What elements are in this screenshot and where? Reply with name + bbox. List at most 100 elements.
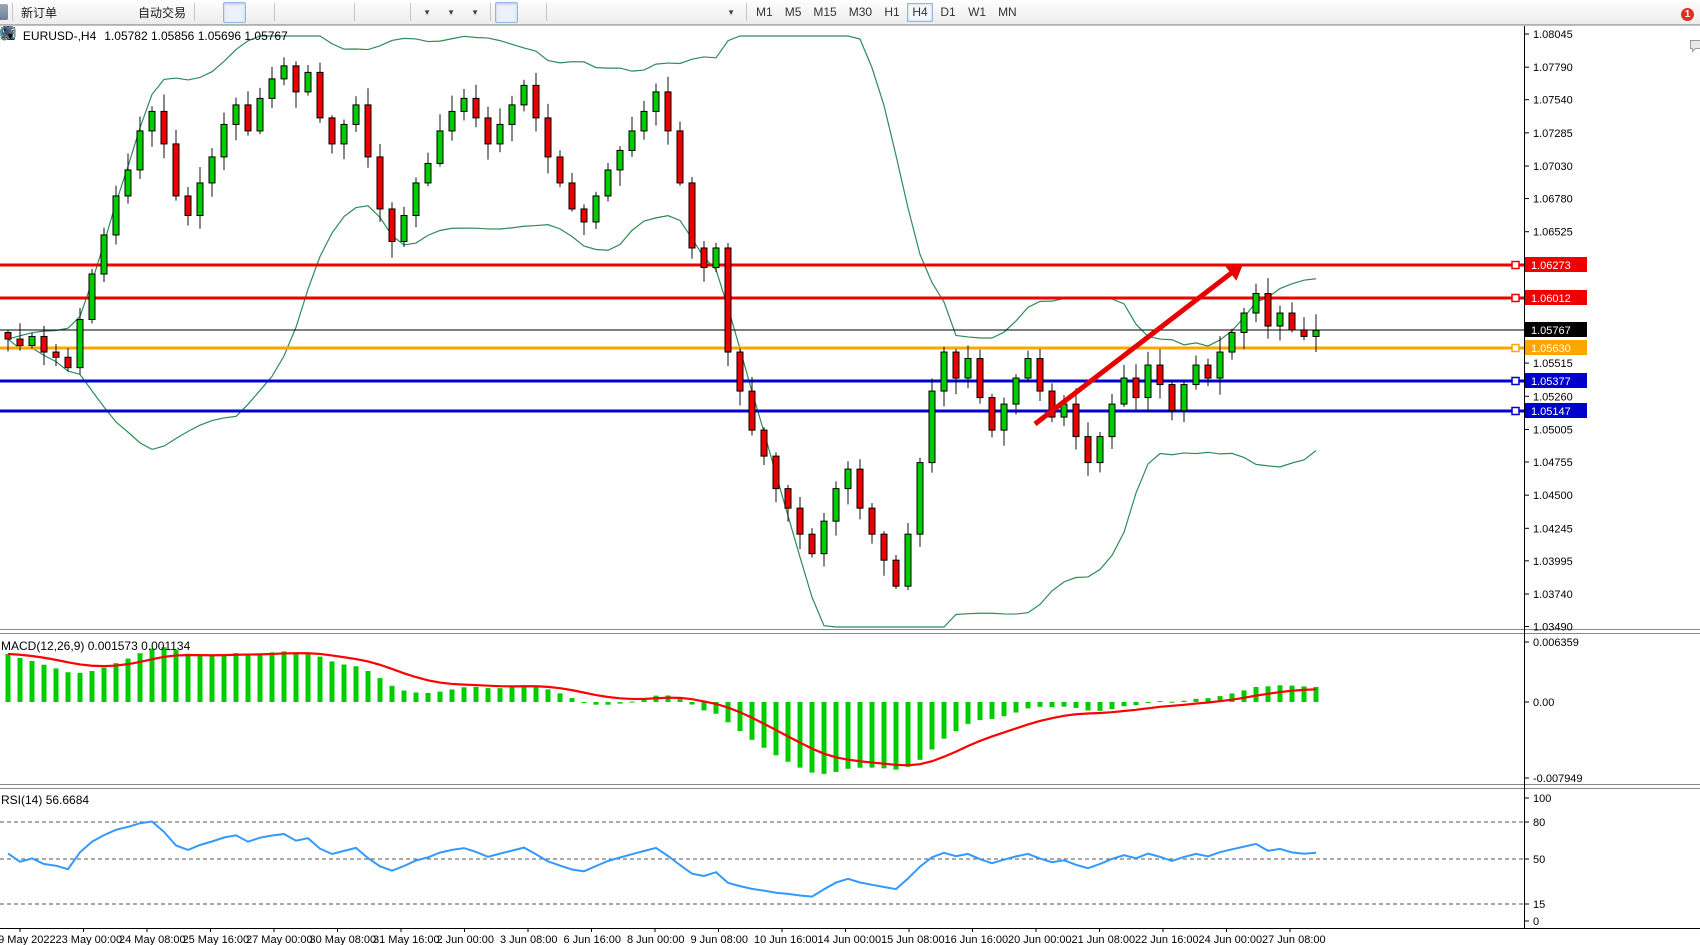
price-tick-label: 1.06525 (1533, 227, 1573, 239)
rsi-levels (0, 822, 1524, 904)
chevron-down-icon: ▼ (727, 8, 735, 17)
time-tick-label: 21 Jun 08:00 (1072, 934, 1136, 945)
chart-canvas[interactable]: 1.08045 1.07790 1.07540 1.07285 1.07030 1.067… (0, 25, 1700, 945)
price-tick-label: 1.05260 (1533, 391, 1573, 403)
candlestick-chart-button[interactable] (223, 2, 246, 23)
price-level-lines (0, 262, 1524, 415)
toolbar-separator (546, 3, 547, 21)
time-tick-label: 25 May 16:00 (183, 934, 250, 945)
autotrading-label: 自动交易 (138, 4, 186, 21)
price-tick-label: 1.06780 (1533, 194, 1573, 206)
cursor-button[interactable] (495, 2, 518, 23)
timeframe-button-M30[interactable]: M30 (844, 3, 877, 22)
fibonacci-button[interactable]: F (647, 2, 670, 23)
periods-dropdown[interactable]: ▼ (439, 2, 462, 23)
vertical-line-button[interactable] (551, 2, 574, 23)
time-tick-label: 31 May 16:00 (373, 934, 440, 945)
level-anchor-marker (1512, 378, 1519, 385)
auto-scroll-button[interactable] (359, 2, 382, 23)
bollinger-bands (8, 36, 1316, 627)
indicator-axes: 0.0063590.00-0.0079491008050150 (1524, 637, 1583, 928)
time-tick-label: 27 Jun 08:00 (1262, 934, 1326, 945)
text-label-button[interactable]: T (695, 2, 718, 23)
time-tick-label: 23 May 00:00 (56, 934, 123, 945)
price-tick-label: 1.08045 (1533, 29, 1573, 41)
timeframe-button-D1[interactable]: D1 (935, 3, 961, 22)
toolbar-separator (746, 3, 747, 21)
arrows-shapes-dropdown[interactable]: ▼ (719, 2, 742, 23)
chevron-down-icon: ▼ (471, 8, 479, 17)
timeframe-button-W1[interactable]: W1 (963, 3, 991, 22)
bar-chart-button[interactable] (199, 2, 222, 23)
time-tick-label: 27 May 00:00 (246, 934, 313, 945)
line-chart-button[interactable] (247, 2, 270, 23)
timeframe-toolbar: M1M5M15M30H1H4D1W1MN (751, 3, 1022, 22)
price-tick-label: 1.03740 (1533, 589, 1573, 601)
timeframe-button-MN[interactable]: MN (993, 3, 1022, 22)
new-chart-dropdown[interactable]: ▼ (415, 2, 438, 23)
autotrading-button[interactable]: 自动交易 (134, 2, 190, 23)
templates-dropdown[interactable]: ▼ (463, 2, 486, 23)
zoom-out-button[interactable] (303, 2, 326, 23)
time-tick-label: 14 Jun 00:00 (818, 934, 882, 945)
price-level-label: 1.06273 (1531, 260, 1571, 272)
candles-layer (5, 57, 1319, 590)
crosshair-button[interactable] (519, 2, 542, 23)
notification-badge: 1 (1681, 8, 1694, 21)
timeframe-button-M15[interactable]: M15 (808, 3, 841, 22)
price-level-label: 1.05377 (1531, 376, 1571, 388)
indicator-tick-label: 50 (1533, 854, 1545, 866)
indicator-tick-label: 100 (1533, 793, 1551, 805)
macd-signal-line (8, 653, 1316, 765)
price-tick-label: 1.03995 (1533, 556, 1573, 568)
text-button[interactable]: A (671, 2, 694, 23)
timeframe-button-H1[interactable]: H1 (879, 3, 905, 22)
time-tick-label: 2 Jun 00:00 (437, 934, 495, 945)
toolbar-separator (490, 3, 491, 21)
price-level-label: 1.05767 (1531, 325, 1571, 337)
price-tick-label: 1.03490 (1533, 622, 1573, 634)
time-tick-label: 24 Jun 00:00 (1199, 934, 1263, 945)
price-tick-label: 1.04755 (1533, 457, 1573, 469)
chart-shift-button[interactable] (383, 2, 406, 23)
zoom-in-button[interactable] (279, 2, 302, 23)
level-anchor-marker (1512, 408, 1519, 415)
time-tick-label: 8 Jun 00:00 (627, 934, 685, 945)
tile-windows-button[interactable] (327, 2, 350, 23)
equidistant-channel-button[interactable]: E (623, 2, 646, 23)
timeframe-button-M1[interactable]: M1 (751, 3, 778, 22)
market-button[interactable] (62, 2, 85, 23)
price-level-label: 1.05147 (1531, 406, 1571, 418)
price-tick-label: 1.05005 (1533, 424, 1573, 436)
time-tick-label: 16 Jun 16:00 (945, 934, 1009, 945)
price-tick-label: 1.04245 (1533, 523, 1573, 535)
price-tick-label: 1.07540 (1533, 95, 1573, 107)
indicator-tick-label: -0.007949 (1533, 773, 1583, 785)
time-tick-label: 10 Jun 16:00 (754, 934, 818, 945)
toolbar-separator (12, 3, 13, 21)
timeframe-button-M5[interactable]: M5 (780, 3, 807, 22)
timeframe-button-H4[interactable]: H4 (907, 3, 933, 22)
toolbar: 新订单 自动交易 ▼ ▼ (0, 0, 1700, 25)
indicator-tick-label: 15 (1533, 899, 1545, 911)
price-tick-label: 1.07030 (1533, 161, 1573, 173)
horizontal-line-button[interactable] (575, 2, 598, 23)
time-tick-label: 30 May 08:00 (310, 934, 377, 945)
price-tick-label: 1.07285 (1533, 128, 1573, 140)
toolbar-separator (410, 3, 411, 21)
trendline-button[interactable] (599, 2, 622, 23)
time-axis[interactable]: 19 May 202223 May 00:0024 May 08:0025 Ma… (0, 928, 1326, 945)
signals-button[interactable] (110, 2, 133, 23)
toolbar-separator (194, 3, 195, 21)
new-order-button[interactable]: 新订单 (17, 2, 61, 23)
time-tick-label: 3 Jun 08:00 (500, 934, 558, 945)
time-tick-label: 9 Jun 08:00 (691, 934, 749, 945)
clipped-toolbar-icon[interactable] (0, 4, 8, 20)
price-axis[interactable]: 1.08045 1.07790 1.07540 1.07285 1.07030 1.067… (1524, 29, 1587, 634)
community-button[interactable] (86, 2, 109, 23)
time-tick-label: 24 May 08:00 (119, 934, 186, 945)
price-tick-label: 1.07790 (1533, 62, 1573, 74)
price-tick-label: 1.05515 (1533, 358, 1573, 370)
time-tick-label: 19 May 2022 (0, 934, 56, 945)
toolbar-separator (274, 3, 275, 21)
